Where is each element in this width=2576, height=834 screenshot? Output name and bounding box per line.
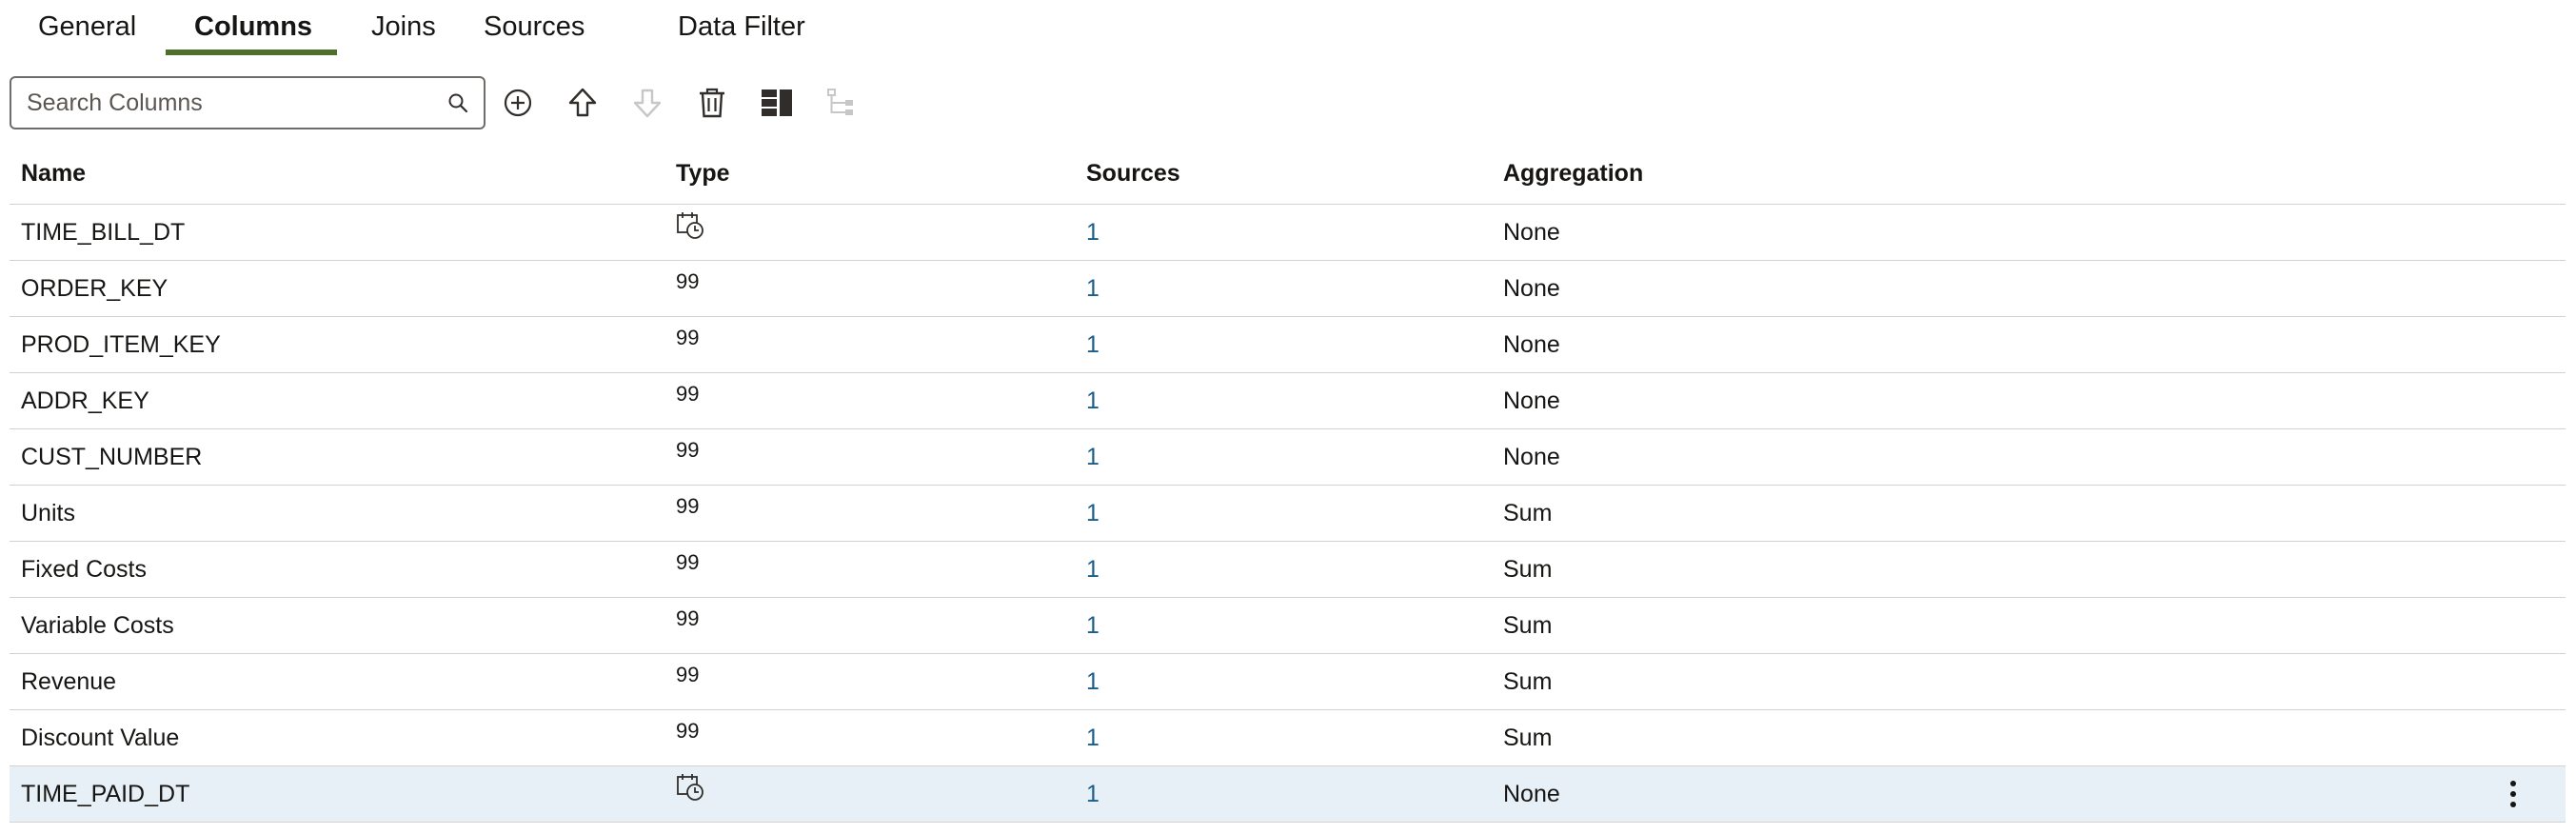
column-name: TIME_BILL_DT [21, 218, 186, 246]
column-name: ORDER_KEY [21, 274, 168, 302]
move-up-button[interactable] [562, 82, 604, 124]
numeric-type-icon: 99 [676, 719, 700, 743]
table-row[interactable]: Revenue 99 1 Sum [10, 654, 2566, 710]
column-name: Discount Value [21, 724, 180, 751]
aggregation-value: None [1503, 218, 1560, 246]
aggregation-value: None [1503, 274, 1560, 302]
tab-general[interactable]: General [38, 0, 179, 59]
aggregation-value: Sum [1503, 724, 1553, 751]
numeric-type-icon: 99 [676, 269, 700, 293]
more-vertical-icon[interactable] [2497, 778, 2529, 810]
columns-toolbar [10, 76, 862, 129]
tab-label: Joins [371, 11, 436, 42]
layout-toggle-button[interactable] [756, 82, 798, 124]
tab-label: Data Filter [678, 11, 805, 42]
header-aggregation[interactable]: Aggregation [1503, 160, 1643, 188]
sources-link[interactable]: 1 [1086, 219, 1100, 247]
table-row[interactable]: ORDER_KEY 99 1 None [10, 261, 2566, 317]
column-name: Revenue [21, 667, 117, 695]
table-row[interactable]: Units 99 1 Sum [10, 486, 2566, 542]
column-name: CUST_NUMBER [21, 443, 203, 470]
sources-link[interactable]: 1 [1086, 668, 1100, 696]
tab-sources[interactable]: Sources [484, 0, 645, 59]
sources-link[interactable]: 1 [1086, 725, 1100, 752]
header-sources[interactable]: Sources [1086, 160, 1180, 188]
header-name[interactable]: Name [21, 160, 86, 188]
search-input[interactable] [27, 89, 446, 117]
add-circle-icon [504, 89, 532, 117]
aggregation-value: None [1503, 443, 1560, 470]
aggregation-value: Sum [1503, 611, 1553, 639]
search-box [10, 76, 485, 129]
header-type[interactable]: Type [676, 160, 730, 188]
tab-data-filter[interactable]: Data Filter [678, 0, 906, 59]
table-row[interactable]: ADDR_KEY 99 1 None [10, 373, 2566, 429]
delete-button[interactable] [691, 82, 733, 124]
aggregation-value: None [1503, 780, 1560, 807]
numeric-type-icon: 99 [676, 550, 700, 574]
datetime-icon [676, 773, 704, 802]
add-column-button[interactable] [497, 82, 539, 124]
move-up-icon [568, 88, 597, 117]
columns-table: Name Type Sources Aggregation TIME_BILL_… [10, 143, 2566, 823]
sources-link[interactable]: 1 [1086, 275, 1100, 303]
aggregation-value: Sum [1503, 555, 1553, 583]
aggregation-value: Sum [1503, 667, 1553, 695]
table-row[interactable]: CUST_NUMBER 99 1 None [10, 429, 2566, 486]
table-row[interactable]: Fixed Costs 99 1 Sum [10, 542, 2566, 598]
sources-link[interactable]: 1 [1086, 387, 1100, 415]
numeric-type-icon: 99 [676, 382, 700, 406]
tab-label: Columns [194, 11, 313, 42]
table-row-selected[interactable]: TIME_PAID_DT 1 None [10, 766, 2566, 823]
sources-link[interactable]: 1 [1086, 500, 1100, 527]
datetime-icon [676, 211, 704, 240]
column-name: Fixed Costs [21, 555, 147, 583]
column-name: Units [21, 499, 75, 526]
numeric-type-icon: 99 [676, 326, 700, 349]
table-row[interactable]: Discount Value 99 1 Sum [10, 710, 2566, 766]
column-name: Variable Costs [21, 611, 174, 639]
table-row[interactable]: Variable Costs 99 1 Sum [10, 598, 2566, 654]
aggregation-value: None [1503, 387, 1560, 414]
table-header: Name Type Sources Aggregation [10, 143, 2566, 205]
tab-columns[interactable]: Columns [166, 0, 350, 59]
tab-bar: General Columns Joins Sources Data Filte… [0, 0, 906, 59]
table-row[interactable]: TIME_BILL_DT 1 None [10, 205, 2566, 261]
tab-label: Sources [484, 11, 585, 42]
delete-icon [700, 88, 724, 118]
sources-link[interactable]: 1 [1086, 781, 1100, 808]
hierarchy-button[interactable] [821, 82, 862, 124]
sources-link[interactable]: 1 [1086, 331, 1100, 359]
search-icon[interactable] [446, 90, 470, 115]
tab-label: General [38, 11, 137, 42]
sources-link[interactable]: 1 [1086, 556, 1100, 584]
column-name: PROD_ITEM_KEY [21, 330, 221, 358]
numeric-type-icon: 99 [676, 606, 700, 630]
numeric-type-icon: 99 [676, 494, 700, 518]
numeric-type-icon: 99 [676, 663, 700, 686]
aggregation-value: None [1503, 330, 1560, 358]
sources-link[interactable]: 1 [1086, 444, 1100, 471]
tab-joins[interactable]: Joins [371, 0, 484, 59]
move-down-button[interactable] [626, 82, 668, 124]
layout-panel-icon [762, 89, 792, 116]
table-row[interactable]: PROD_ITEM_KEY 99 1 None [10, 317, 2566, 373]
numeric-type-icon: 99 [676, 438, 700, 462]
sources-link[interactable]: 1 [1086, 612, 1100, 640]
aggregation-value: Sum [1503, 499, 1553, 526]
column-name: TIME_PAID_DT [21, 780, 190, 807]
column-name: ADDR_KEY [21, 387, 149, 414]
hierarchy-icon [827, 89, 853, 115]
move-down-icon [633, 89, 662, 118]
